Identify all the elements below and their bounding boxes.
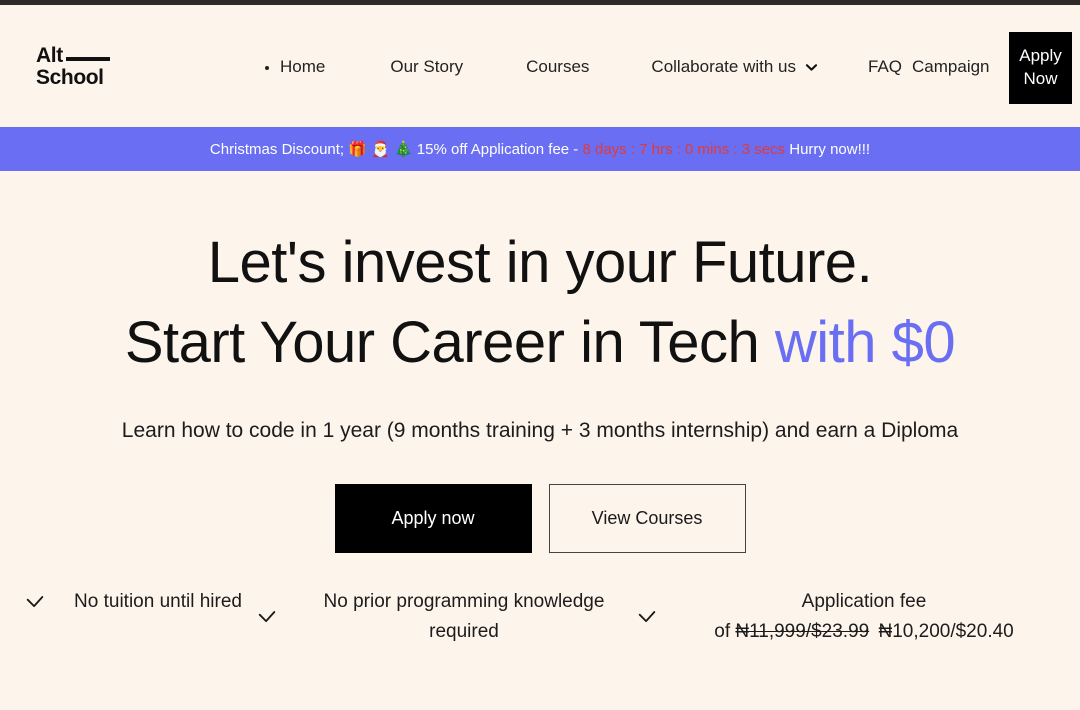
nav-item-home[interactable]: Home: [280, 58, 325, 75]
feature-text: No tuition until hired: [74, 591, 242, 613]
feature-no-tuition: No tuition until hired: [24, 587, 256, 617]
feature-application-fee: Application fee of ₦11,999/$23.99 ₦10,20…: [636, 587, 1056, 647]
promo-countdown-timer: 8 days : 7 hrs : 0 mins : 3 secs: [582, 140, 786, 158]
feature-no-prior-knowledge: No prior programming knowledge required: [256, 587, 636, 647]
chevron-down-icon: [805, 60, 818, 73]
altschool-logo[interactable]: Alt School: [36, 45, 110, 90]
logo-rule: [65, 57, 110, 62]
header-apply-now-button[interactable]: Apply Now: [1009, 32, 1072, 104]
hero-heading: Let's invest in your Future. Start Your …: [0, 223, 1080, 383]
apply-now-button[interactable]: Apply now: [334, 484, 532, 554]
hero-heading-line-1: Let's invest in your Future.: [207, 230, 873, 295]
application-fee-label: Application fee: [801, 591, 927, 613]
hero-subtitle: Learn how to code in 1 year (9 months tr…: [121, 419, 959, 443]
nav-item-our-story[interactable]: Our Story: [390, 58, 463, 75]
promo-prefix-text: Christmas Discount; 🎁 🎅 🎄 15% off Applic…: [209, 141, 583, 158]
check-icon: [24, 591, 46, 613]
hero-heading-line-2: Start Your Career in Tech with $0: [0, 303, 1080, 383]
application-fee-new-price: ₦10,200/$20.40: [878, 621, 1014, 643]
hero-heading-line-2-main: Start Your Career in Tech: [124, 310, 775, 376]
hero-section: Let's invest in your Future. Start Your …: [0, 171, 1080, 647]
hero-heading-accent: with $0: [774, 310, 956, 376]
feature-text: No prior programming knowledge required: [323, 591, 605, 643]
nav-item-collaborate-with-us[interactable]: Collaborate with us: [651, 58, 818, 75]
site-header: Alt School Home Our Story Courses Collab…: [0, 5, 1080, 127]
logo-top-row: Alt: [36, 45, 110, 66]
application-fee-old-price: ₦11,999/$23.99: [735, 621, 870, 643]
feature-highlights: No tuition until hired No prior programm…: [0, 587, 1080, 647]
nav-item-faq[interactable]: FAQ: [868, 58, 902, 75]
logo-text-alt: Alt: [36, 43, 63, 67]
nav-item-courses[interactable]: Courses: [526, 58, 589, 75]
primary-navigation: Home Our Story Courses Collaborate with …: [262, 58, 990, 75]
logo-text-school: School: [36, 65, 104, 89]
view-courses-button[interactable]: View Courses: [548, 484, 746, 554]
nav-item-campaign[interactable]: Campaign: [912, 58, 990, 75]
promo-suffix-text: Hurry now!!!: [785, 140, 871, 158]
application-fee-of-word: of: [714, 621, 731, 643]
check-icon: [636, 606, 658, 628]
hero-cta-group: Apply now View Courses: [0, 484, 1080, 554]
christmas-discount-banner[interactable]: Christmas Discount; 🎁 🎅 🎄 15% off Applic…: [0, 127, 1080, 171]
check-icon: [256, 606, 278, 628]
nav-item-collaborate-label: Collaborate with us: [651, 56, 796, 76]
feature-text: Application fee of ₦11,999/$23.99 ₦10,20…: [672, 587, 1056, 647]
